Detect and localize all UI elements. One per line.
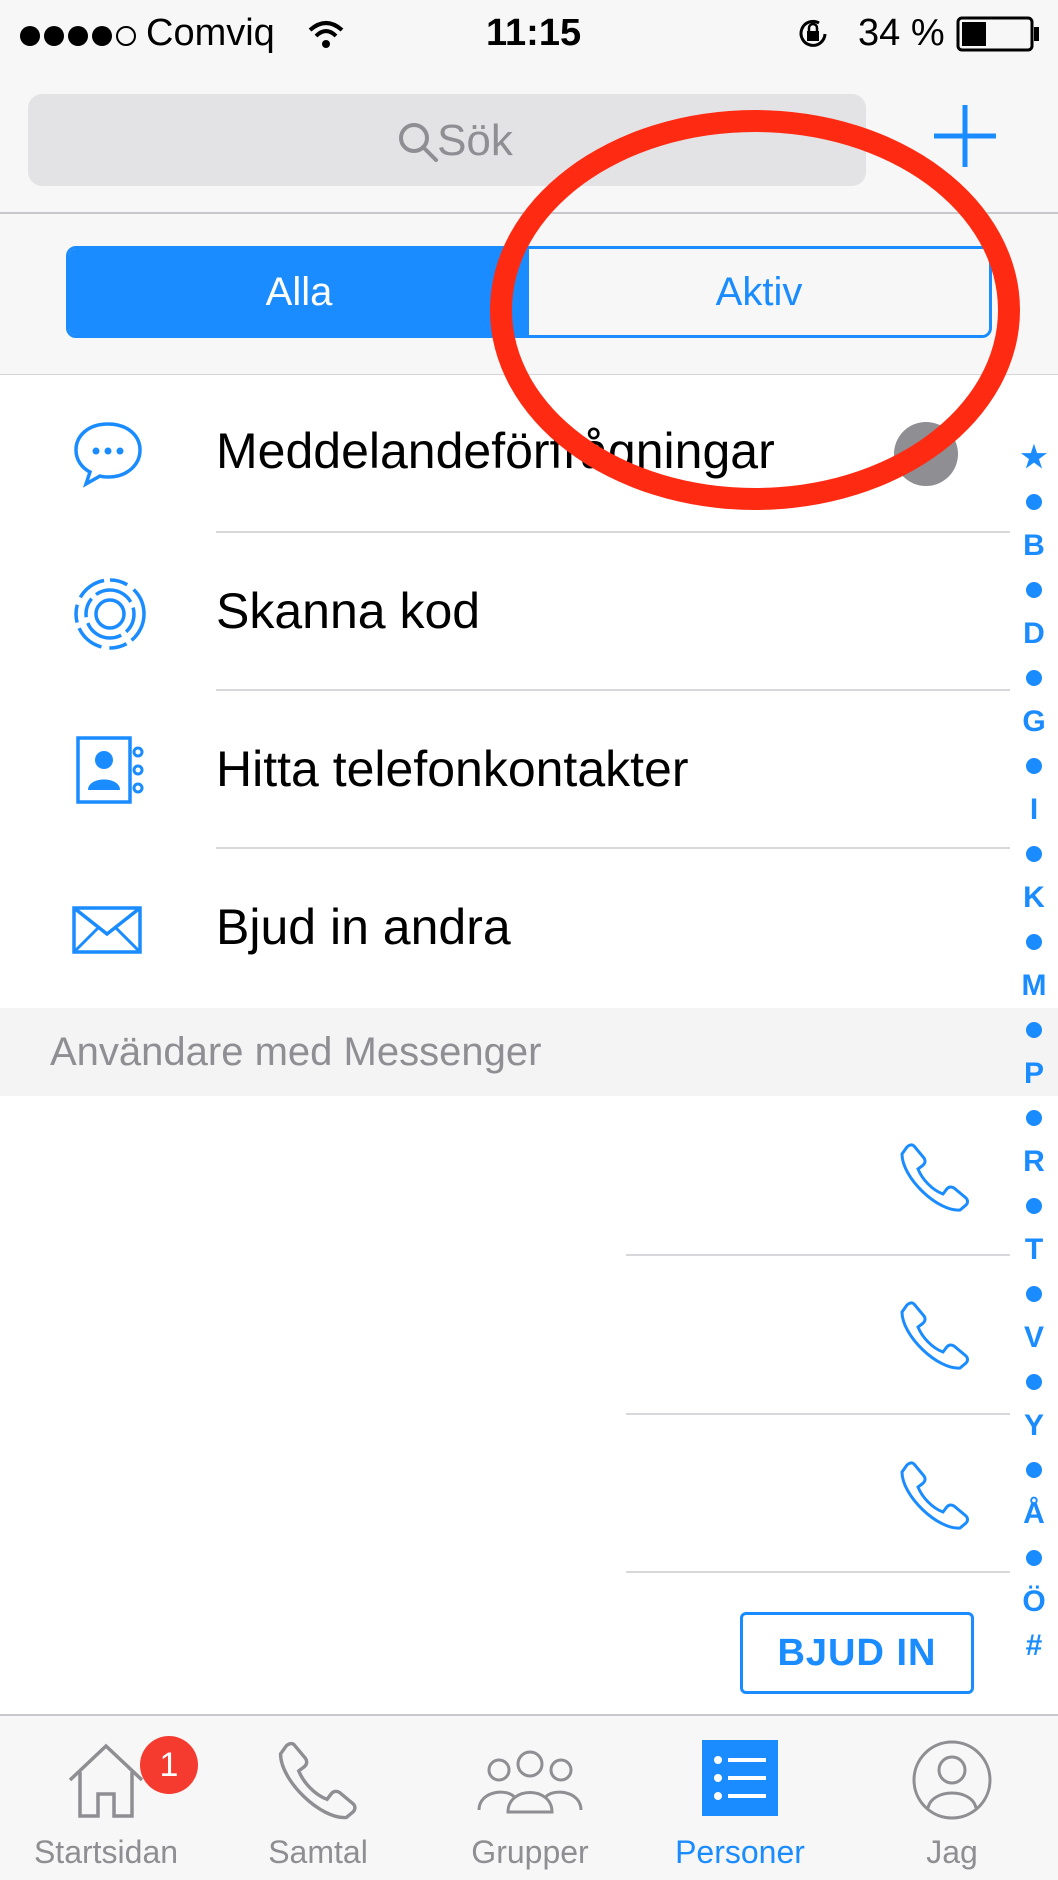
segmented-control: Alla Aktiv	[66, 246, 992, 338]
index-letter[interactable]: T	[1025, 1228, 1043, 1272]
header-bar: Sök	[0, 66, 1058, 214]
index-dot	[1026, 1198, 1042, 1214]
signal-strength-icon	[20, 26, 136, 46]
index-letter[interactable]: B	[1023, 524, 1045, 568]
profile-icon	[912, 1740, 992, 1820]
index-dot	[1026, 494, 1042, 510]
tab-label: Jag	[926, 1834, 978, 1870]
invite-button[interactable]: BJUD IN	[740, 1612, 974, 1694]
home-icon	[68, 1743, 144, 1818]
index-letter[interactable]: G	[1022, 700, 1045, 744]
search-placeholder: Sök	[437, 116, 513, 165]
tab-groups[interactable]: Grupper	[430, 1716, 630, 1880]
divider	[216, 689, 1010, 691]
index-letter[interactable]: K	[1023, 876, 1045, 920]
menu-item-message-requests[interactable]: Meddelandeförfrågningar	[0, 374, 1010, 532]
index-letter[interactable]: #	[1026, 1624, 1043, 1668]
index-dot	[1026, 1550, 1042, 1566]
divider	[626, 1254, 1010, 1256]
filter-segment-bar: Alla Aktiv	[0, 214, 1058, 375]
index-letter[interactable]: M	[1022, 964, 1047, 1008]
tab-me[interactable]: Jag	[852, 1716, 1052, 1880]
index-dot	[1026, 758, 1042, 774]
rotation-lock-icon	[799, 19, 827, 47]
index-dot	[1026, 1462, 1042, 1478]
index-letter[interactable]: R	[1023, 1140, 1045, 1184]
count-badge	[894, 422, 958, 486]
index-letter[interactable]: ★	[1021, 436, 1048, 480]
menu-item-find-contacts[interactable]: Hitta telefonkontakter	[0, 692, 1010, 850]
notification-badge: 1	[140, 1736, 198, 1794]
wifi-icon	[308, 21, 344, 48]
index-letter[interactable]: V	[1024, 1316, 1044, 1360]
phone-icon	[278, 1741, 357, 1820]
menu-item-label: Hitta telefonkontakter	[216, 741, 689, 797]
tab-label: Personer	[675, 1834, 805, 1870]
phone-icon[interactable]	[898, 1140, 972, 1214]
index-dot	[1026, 1374, 1042, 1390]
index-dot	[1026, 1286, 1042, 1302]
divider	[626, 1413, 1010, 1415]
segment-all[interactable]: Alla	[69, 249, 529, 335]
battery-percent: 34 %	[858, 12, 945, 54]
phone-icon[interactable]	[898, 1298, 972, 1372]
index-letter[interactable]: P	[1024, 1052, 1044, 1096]
segment-active[interactable]: Aktiv	[529, 249, 989, 335]
tab-label: Grupper	[471, 1834, 589, 1870]
index-dot	[1026, 846, 1042, 862]
index-dot	[1026, 1110, 1042, 1126]
people-list-icon	[702, 1740, 778, 1816]
index-letter[interactable]: Y	[1024, 1404, 1044, 1448]
menu-item-label: Skanna kod	[216, 583, 481, 639]
divider	[216, 847, 1010, 849]
tab-label: Samtal	[268, 1834, 368, 1870]
contacts-book-icon	[76, 736, 144, 804]
clock: 11:15	[486, 12, 582, 54]
menu-item-scan-code[interactable]: Skanna kod	[0, 534, 1010, 692]
index-letter[interactable]: Ö	[1022, 1580, 1045, 1624]
tab-people[interactable]: Personer	[640, 1716, 840, 1880]
scan-code-icon	[74, 578, 146, 650]
add-icon[interactable]	[930, 101, 1000, 171]
tab-label: Startsidan	[33, 1834, 179, 1870]
carrier-name: Comviq	[146, 12, 275, 54]
chat-bubble-icon	[74, 422, 142, 488]
tab-bar: 1 Startsidan Samtal Grupper Personer Jag	[0, 1714, 1058, 1880]
section-header: Användare med Messenger	[0, 1008, 1058, 1096]
battery-icon	[956, 16, 1039, 52]
index-dot	[1026, 582, 1042, 598]
search-input[interactable]: Sök	[28, 94, 866, 186]
alphabet-index[interactable]: ★ B D G I K M P R T V Y Å Ö #	[1014, 436, 1054, 1668]
divider	[626, 1571, 1010, 1573]
section-header-label: Användare med Messenger	[50, 1030, 542, 1074]
envelope-icon	[72, 906, 142, 954]
index-letter[interactable]: Å	[1023, 1492, 1045, 1536]
index-letter[interactable]: D	[1023, 612, 1045, 656]
divider	[216, 531, 1010, 533]
index-dot	[1026, 1022, 1042, 1038]
index-dot	[1026, 934, 1042, 950]
status-bar: Comviq 11:15 34 %	[0, 0, 1058, 66]
index-dot	[1026, 670, 1042, 686]
groups-icon	[477, 1750, 583, 1814]
index-letter[interactable]: I	[1030, 788, 1038, 832]
menu-item-invite-others[interactable]: Bjud in andra	[0, 850, 1010, 1008]
menu-item-label: Bjud in andra	[216, 899, 511, 955]
phone-icon[interactable]	[898, 1458, 972, 1532]
tab-calls[interactable]: Samtal	[218, 1716, 418, 1880]
menu-item-label: Meddelandeförfrågningar	[216, 423, 775, 479]
tab-home[interactable]: 1 Startsidan	[6, 1716, 206, 1880]
